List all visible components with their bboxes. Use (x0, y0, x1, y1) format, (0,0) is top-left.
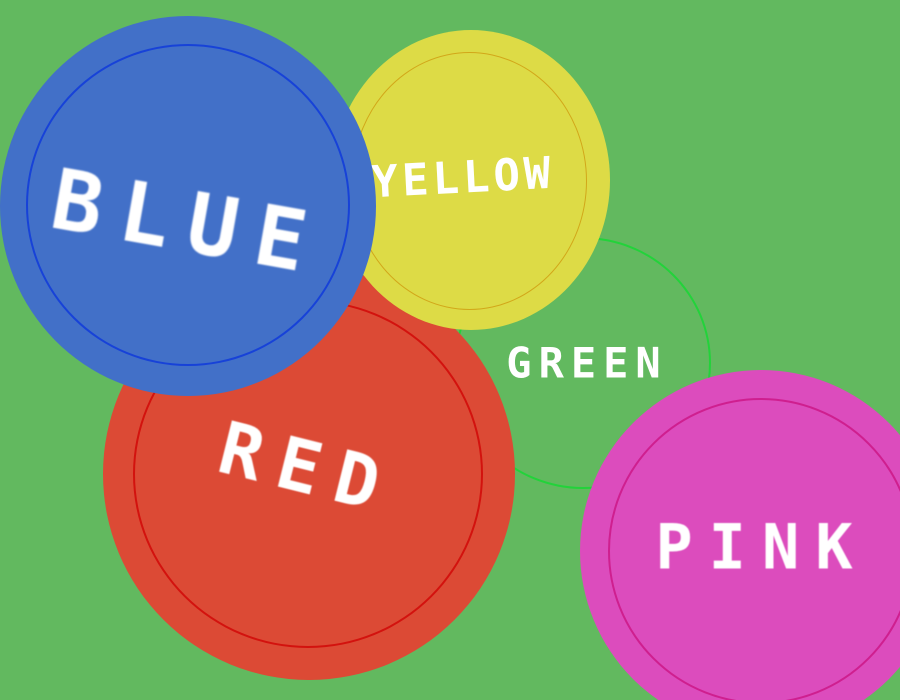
blue-circle-label: BLUE (44, 149, 332, 295)
blue-circle[interactable]: BLUE (0, 16, 376, 396)
yellow-circle-label: YELLOW (370, 147, 556, 209)
game-board: GREEN RED YELLOW BLUE PINK (0, 0, 900, 700)
blue-circle-ring (26, 44, 350, 366)
red-circle-label: RED (210, 405, 404, 531)
yellow-circle-ring (352, 52, 587, 310)
green-circle-label: GREEN (506, 338, 668, 388)
pink-circle-ring (608, 398, 900, 700)
pink-circle-label: PINK (655, 510, 869, 584)
